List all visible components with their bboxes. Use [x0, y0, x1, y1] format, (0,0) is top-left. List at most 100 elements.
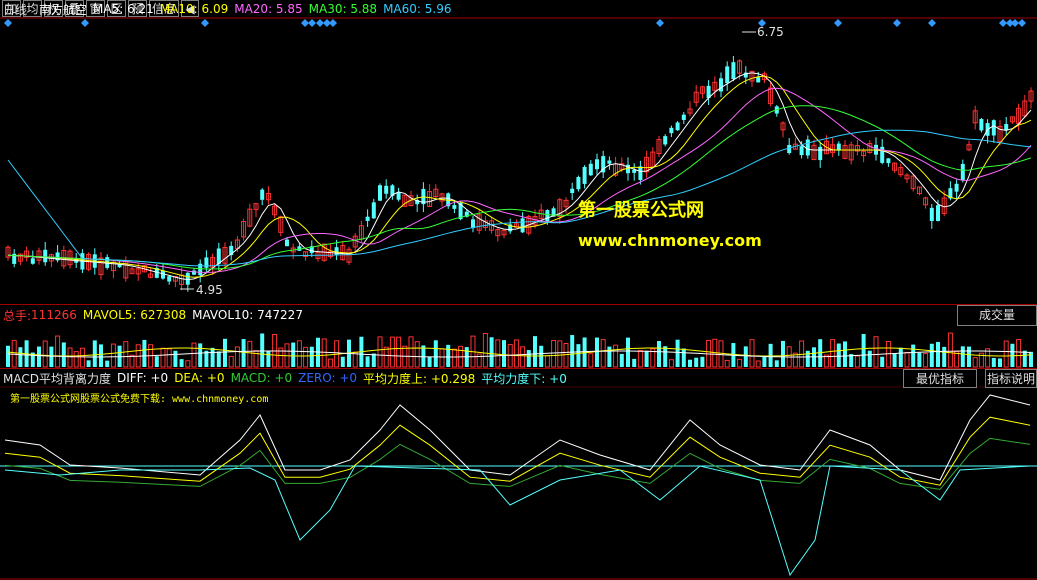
volume-bar-up	[79, 347, 85, 368]
volume-bar-down	[917, 352, 922, 367]
ma10-label: MA10: 6.09	[159, 2, 229, 16]
ma10-line	[7, 75, 1032, 278]
volume-bar-down	[489, 337, 494, 367]
volume-bar-down	[266, 350, 271, 367]
low-price-label: 4.95	[196, 283, 223, 297]
candle-body-down	[936, 205, 940, 221]
volume-bar-down	[657, 341, 661, 367]
high-price-label: 6.75	[757, 25, 784, 39]
period-label[interactable]: 日线	[3, 1, 27, 18]
volume-bar-up	[495, 339, 501, 368]
ma5-label: MA5: 6.21	[93, 2, 154, 16]
volume-bar-down	[340, 356, 345, 367]
signal-diamond-icon	[308, 19, 316, 27]
volume-bar-up	[396, 336, 402, 368]
best-indicator-button[interactable]: 最优指标	[903, 369, 977, 388]
volume-bar-down	[991, 357, 996, 367]
volume-bar-up	[439, 348, 445, 368]
signal-diamond-icon	[1018, 19, 1026, 27]
avg-down-line	[4, 465, 1031, 577]
macd-line	[4, 437, 1031, 490]
volume-bar-down	[644, 350, 649, 367]
candle-body-down	[167, 276, 172, 282]
volume-bar-up	[67, 347, 73, 368]
mavol10-label: MAVOL10: 747227	[192, 308, 303, 322]
indicator-help-button[interactable]: 指标说明	[985, 369, 1037, 388]
volume-bar-down	[105, 360, 110, 367]
volume-bar-down	[260, 333, 265, 367]
volume-bar-up	[414, 341, 420, 368]
volume-bar-down	[371, 353, 376, 367]
candle-body-down	[929, 207, 934, 222]
volume-bar-down	[867, 350, 872, 367]
signal-diamond-icon	[201, 19, 209, 27]
volume-bar-up	[383, 346, 389, 368]
volume-bar-down	[210, 347, 215, 367]
ma20-line	[7, 87, 1032, 273]
volume-bar-up	[637, 349, 643, 368]
volume-bar-down	[768, 343, 773, 367]
candle-body-down	[452, 205, 457, 209]
volume-bar-down	[92, 340, 97, 367]
signal-diamond-icon	[1011, 19, 1019, 27]
candle-body-down	[582, 166, 587, 184]
macd-label: MACD: +0	[230, 371, 293, 385]
candle-body-down	[954, 183, 959, 192]
volume-bar-down	[1022, 350, 1027, 367]
indicator-subtext: 第一股票公式网股票公式免费下载: www.chnmoney.com	[10, 394, 269, 405]
volume-bar-down	[570, 335, 575, 367]
candle-body-down	[663, 136, 668, 145]
candle-body-down	[384, 185, 389, 194]
candle-body-down	[960, 163, 965, 181]
candle-body-down	[30, 258, 35, 264]
volume-bar-up	[321, 338, 327, 368]
signal-diamond-icon	[999, 19, 1007, 27]
chart-canvas[interactable]	[0, 0, 1037, 580]
volume-bar-down	[805, 350, 810, 367]
volume-bar-down	[936, 341, 940, 367]
candle-body-down	[260, 189, 265, 200]
volume-bar-up	[247, 340, 253, 368]
candle-body-down	[638, 166, 643, 181]
volume-bar-down	[911, 344, 916, 367]
candle-body-down	[285, 239, 289, 247]
candle-body-down	[43, 249, 48, 263]
volume-bar-down	[6, 345, 10, 367]
volume-bar-down	[179, 359, 184, 367]
candle-body-down	[756, 77, 761, 83]
volume-bar-down	[675, 339, 680, 367]
candle-body-down	[719, 78, 723, 92]
volume-bar-up	[228, 355, 234, 368]
stock-name: 南方航空	[39, 2, 88, 17]
volume-bar-down	[173, 350, 178, 367]
volume-bar-up	[377, 336, 383, 368]
volume-bar-down	[929, 343, 934, 367]
volume-bar-down	[576, 344, 581, 367]
ma30-label: MA30: 5.88	[308, 2, 378, 16]
volume-button[interactable]: 成交量	[957, 305, 1037, 326]
candle-body-down	[365, 216, 370, 221]
dea-line	[4, 416, 1031, 486]
volume-bar-down	[898, 347, 903, 367]
candle-body-down	[576, 177, 581, 190]
volume-bar-up	[600, 339, 606, 368]
candle-body-down	[185, 272, 190, 285]
candle-body-down	[545, 210, 550, 222]
signal-diamond-icon	[316, 19, 324, 27]
volume-bar-down	[309, 346, 314, 367]
volume-bar-up	[724, 359, 730, 368]
candle-body-down	[595, 159, 599, 170]
volume-bar-up	[873, 336, 879, 368]
volume-bar-up	[123, 341, 129, 368]
volume-bar-down	[433, 340, 438, 367]
zero-label: ZERO: +0	[298, 371, 358, 385]
volume-bar-down	[663, 346, 668, 367]
watermark-url: www.chnmoney.com	[578, 231, 762, 250]
volume-bar-down	[421, 345, 426, 367]
candle-body-down	[886, 158, 891, 164]
volume-bar-up	[830, 339, 836, 368]
signal-diamond-icon	[329, 19, 337, 27]
volume-bar-up	[296, 340, 302, 368]
volume-bar-down	[700, 356, 705, 367]
volume-bar-up	[563, 343, 569, 368]
